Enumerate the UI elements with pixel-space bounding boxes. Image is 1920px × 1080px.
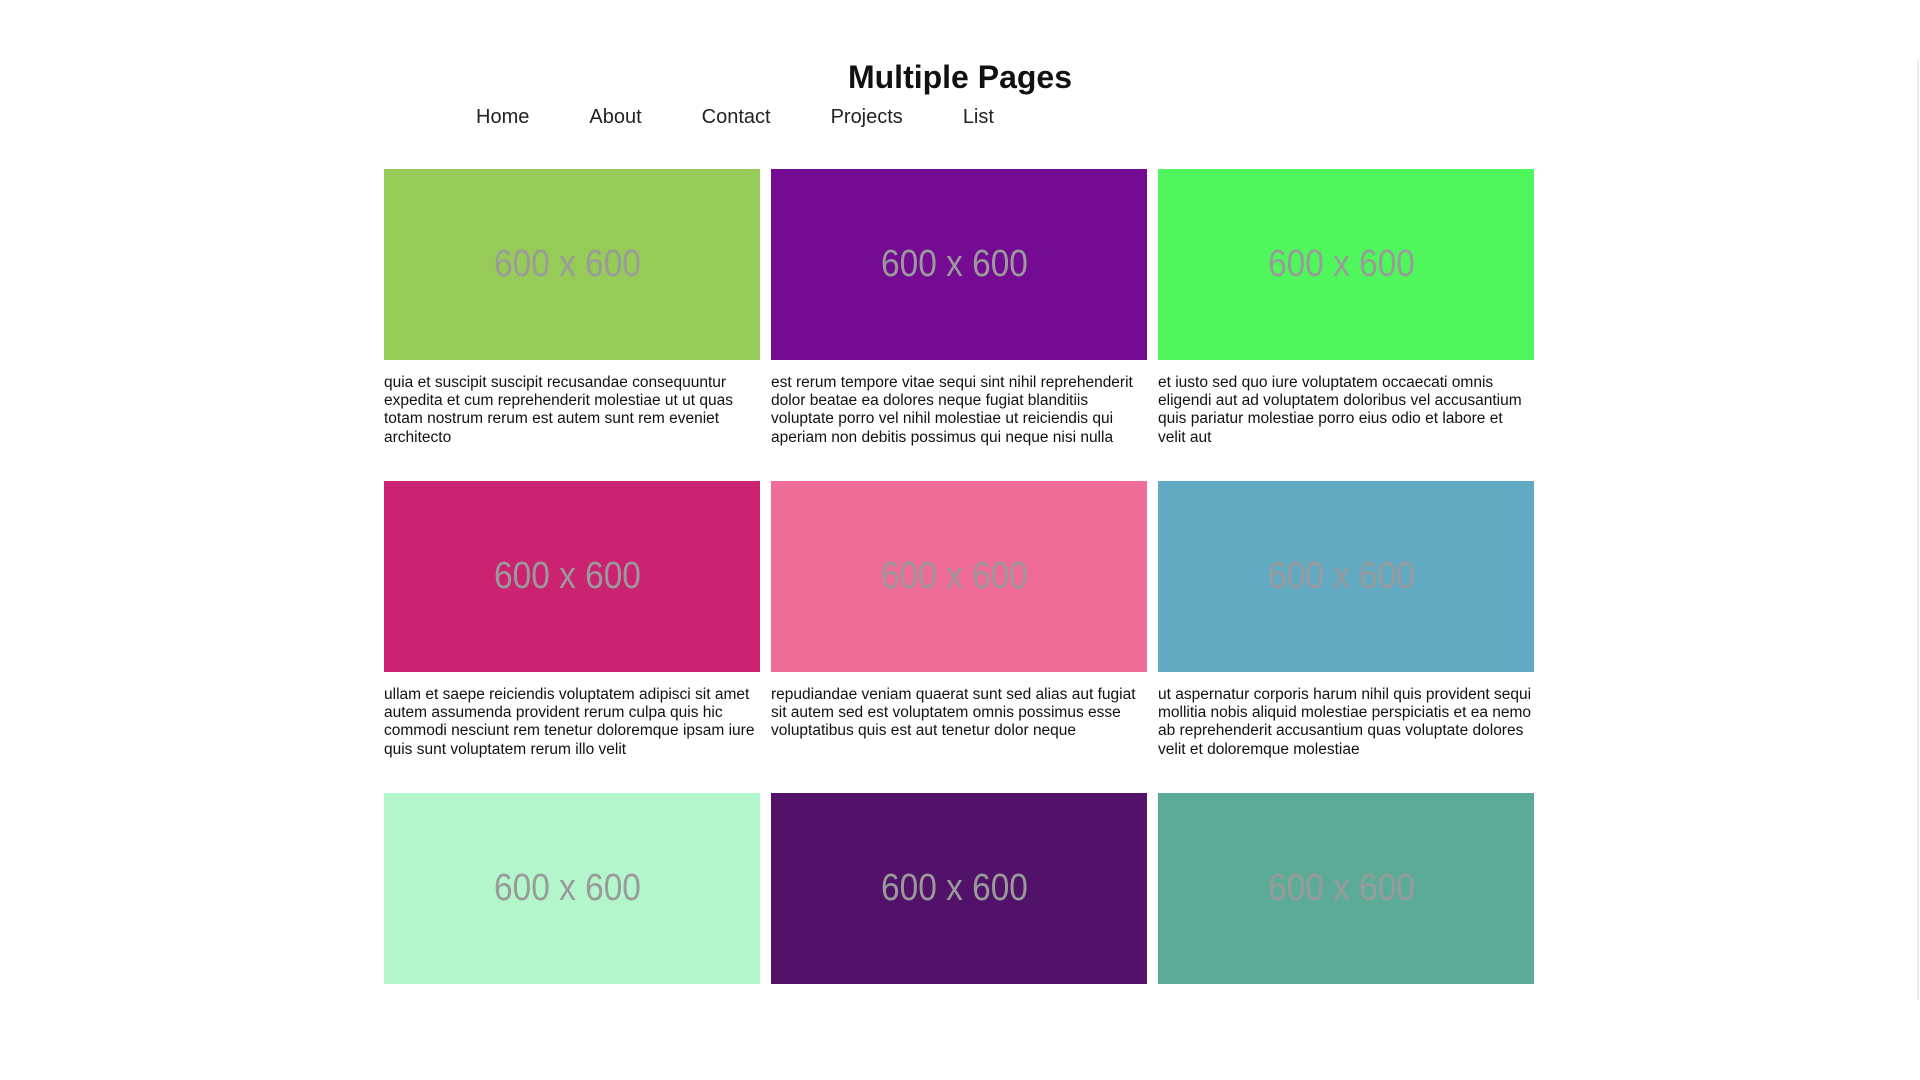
image-size-label: 600 x 600: [1267, 555, 1415, 597]
image-size-label: 600 x 600: [493, 555, 641, 597]
image-size-label: 600 x 600: [1267, 867, 1415, 909]
placeholder-image: 600 x 600: [1158, 793, 1534, 984]
card[interactable]: 600 x 600: [771, 793, 1147, 1080]
main-nav: Home About Contact Projects List: [476, 102, 1054, 132]
card[interactable]: 600 x 600: [384, 793, 760, 1080]
card-text: quia et suscipit suscipit recusandae con…: [384, 374, 733, 446]
placeholder-image: 600 x 600: [1158, 169, 1534, 360]
card-text: est rerum tempore vitae sequi sint nihil…: [771, 374, 1133, 446]
nav-link-home[interactable]: Home: [476, 102, 529, 132]
card-grid: 600 x 600 quia et suscipit suscipit recu…: [384, 169, 1534, 1080]
scrollbar-edge: [1917, 60, 1919, 1000]
card[interactable]: 600 x 600 et iusto sed quo iure voluptat…: [1158, 169, 1534, 481]
card[interactable]: 600 x 600 quia et suscipit suscipit recu…: [384, 169, 760, 481]
image-size-label: 600 x 600: [1267, 243, 1415, 285]
placeholder-image: 600 x 600: [771, 169, 1147, 360]
image-size-label: 600 x 600: [493, 243, 641, 285]
page: Multiple Pages Home About Contact Projec…: [0, 0, 1920, 1080]
card[interactable]: 600 x 600 ullam et saepe reiciendis volu…: [384, 481, 760, 793]
card-text: ullam et saepe reiciendis voluptatem adi…: [384, 686, 755, 758]
nav-link-list[interactable]: List: [963, 102, 994, 132]
card[interactable]: 600 x 600 ut aspernatur corporis harum n…: [1158, 481, 1534, 793]
placeholder-image: 600 x 600: [384, 793, 760, 984]
placeholder-image: 600 x 600: [771, 481, 1147, 672]
image-size-label: 600 x 600: [880, 867, 1028, 909]
card-text: et iusto sed quo iure voluptatem occaeca…: [1158, 374, 1522, 446]
card-text: repudiandae veniam quaerat sunt sed alia…: [771, 686, 1136, 740]
card-text: ut aspernatur corporis harum nihil quis …: [1158, 686, 1532, 758]
placeholder-image: 600 x 600: [384, 169, 760, 360]
nav-link-about[interactable]: About: [589, 102, 641, 132]
image-size-label: 600 x 600: [493, 867, 641, 909]
placeholder-image: 600 x 600: [771, 793, 1147, 984]
card[interactable]: 600 x 600: [1158, 793, 1534, 1080]
nav-link-projects[interactable]: Projects: [831, 102, 903, 132]
card[interactable]: 600 x 600 est rerum tempore vitae sequi …: [771, 169, 1147, 481]
placeholder-image: 600 x 600: [384, 481, 760, 672]
nav-link-contact[interactable]: Contact: [702, 102, 771, 132]
placeholder-image: 600 x 600: [1158, 481, 1534, 672]
card[interactable]: 600 x 600 repudiandae veniam quaerat sun…: [771, 481, 1147, 793]
image-size-label: 600 x 600: [880, 243, 1028, 285]
page-title: Multiple Pages: [847, 59, 1073, 95]
image-size-label: 600 x 600: [880, 555, 1028, 597]
